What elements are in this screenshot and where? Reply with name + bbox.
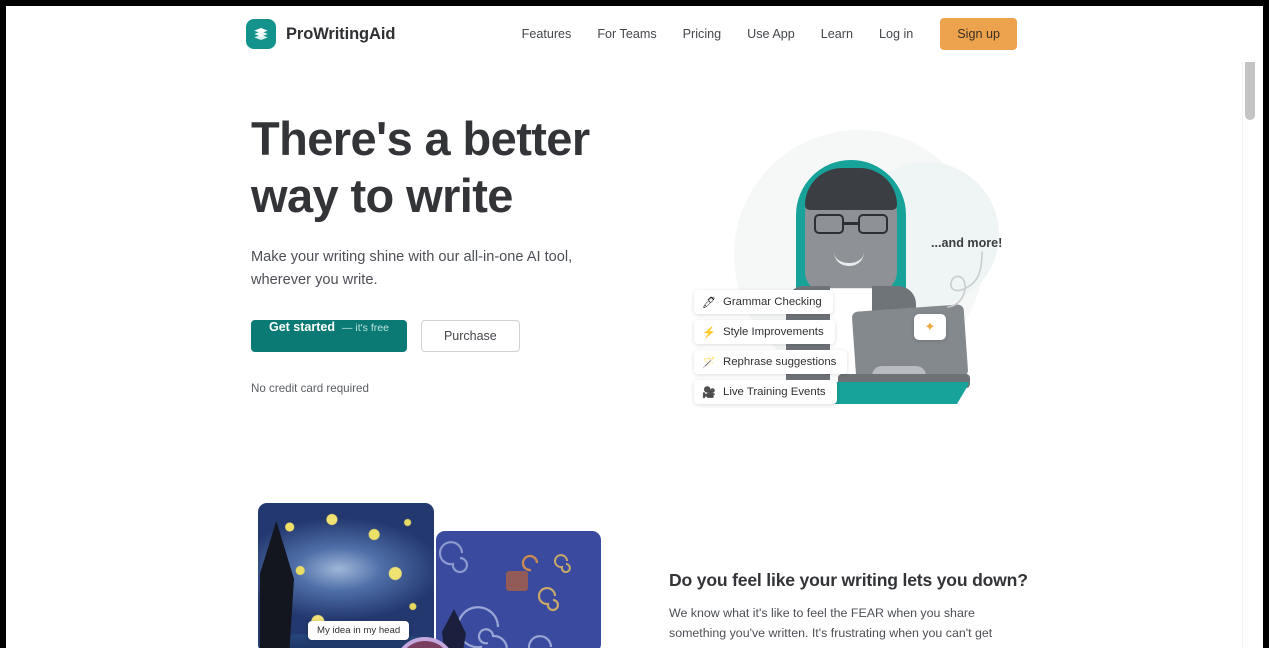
feature-chip-label: Rephrase suggestions: [723, 356, 837, 368]
brand-logo-link[interactable]: ProWritingAid: [246, 19, 395, 49]
lower-copy: Do you feel like your writing lets you d…: [669, 570, 1028, 648]
nav-link-for-teams[interactable]: For Teams: [584, 6, 669, 62]
feature-chip-label: Grammar Checking: [723, 296, 822, 308]
no-credit-card-note: No credit card required: [251, 382, 369, 395]
sign-up-button[interactable]: Sign up: [940, 18, 1017, 50]
feature-chip-label: Live Training Events: [723, 386, 826, 398]
glasses-right-lens: [858, 214, 888, 234]
hero-section: There's a better way to write Make your …: [6, 62, 1257, 492]
header-inner: ProWritingAid Features For Teams Pricing…: [6, 6, 1257, 62]
get-started-label: Get started: [269, 320, 335, 334]
main-nav: Features For Teams Pricing Use App Learn…: [509, 6, 1017, 62]
hero-title-line-1: There's a better: [251, 112, 590, 165]
feature-chip-style-improvements: ⚡ Style Improvements: [694, 320, 835, 344]
curly-arrow-icon: [947, 251, 983, 308]
nav-link-features[interactable]: Features: [509, 6, 585, 62]
nav-link-learn[interactable]: Learn: [808, 6, 866, 62]
feature-chip-grammar-checking: 🖊 Grammar Checking: [694, 290, 833, 314]
glasses-icon: [814, 214, 888, 234]
lower-section: My idea in my head Do you feel like your…: [6, 492, 1257, 648]
lower-section-paragraph: We know what it's like to feel the FEAR …: [669, 606, 993, 648]
glasses-left-lens: [814, 214, 844, 234]
get-started-button[interactable]: Get started — it's free: [251, 320, 407, 352]
feature-chip-rephrase-suggestions: 🪄 Rephrase suggestions: [694, 350, 848, 374]
brand-name: ProWritingAid: [286, 24, 396, 43]
nav-link-log-in[interactable]: Log in: [866, 6, 926, 62]
pen-icon: 🖊: [702, 296, 716, 309]
page-content: ProWritingAid Features For Teams Pricing…: [6, 6, 1257, 648]
hero-actions: Get started — it's free Purchase: [251, 320, 631, 352]
lightning-bolt-icon: ⚡: [702, 326, 716, 339]
nav-link-pricing[interactable]: Pricing: [670, 6, 735, 62]
hero-copy: There's a better way to write Make your …: [251, 110, 631, 395]
nav-link-use-app[interactable]: Use App: [734, 6, 808, 62]
page-scrollbar[interactable]: ▲: [1242, 6, 1257, 648]
and-more-label: ...and more!: [931, 236, 1003, 250]
page-viewport: ProWritingAid Features For Teams Pricing…: [6, 6, 1263, 648]
feature-chip-live-training-events: 🎥 Live Training Events: [694, 380, 837, 404]
lower-section-title: Do you feel like your writing lets you d…: [669, 570, 1028, 590]
magic-wand-icon: 🪄: [702, 356, 716, 369]
feature-chip-list: 🖊 Grammar Checking ⚡ Style Improvements …: [694, 290, 848, 404]
prowritingaid-logo-icon: [246, 19, 276, 49]
glasses-bridge: [844, 222, 858, 225]
purchase-button[interactable]: Purchase: [420, 320, 520, 352]
browser-window-frame: ProWritingAid Features For Teams Pricing…: [0, 0, 1269, 648]
feature-chip-label: Style Improvements: [723, 326, 824, 338]
sparkle-badge: ✦: [914, 314, 946, 340]
hero-illustration: 🖊 Grammar Checking ⚡ Style Improvements …: [666, 102, 1036, 442]
starry-night-illustration-group: My idea in my head: [256, 503, 601, 648]
site-header: ProWritingAid Features For Teams Pricing…: [6, 6, 1257, 62]
get-started-note: — it's free: [342, 322, 389, 334]
video-camera-icon: 🎥: [702, 386, 716, 399]
starry-night-cypress-tree: [260, 521, 294, 648]
hero-title: There's a better way to write: [251, 110, 631, 224]
flat-starry-night-card: [436, 531, 601, 648]
starry-night-caption: My idea in my head: [308, 621, 410, 640]
hero-title-line-2: way to write: [251, 169, 513, 222]
hero-subtitle: Make your writing shine with our all-in-…: [251, 249, 573, 288]
